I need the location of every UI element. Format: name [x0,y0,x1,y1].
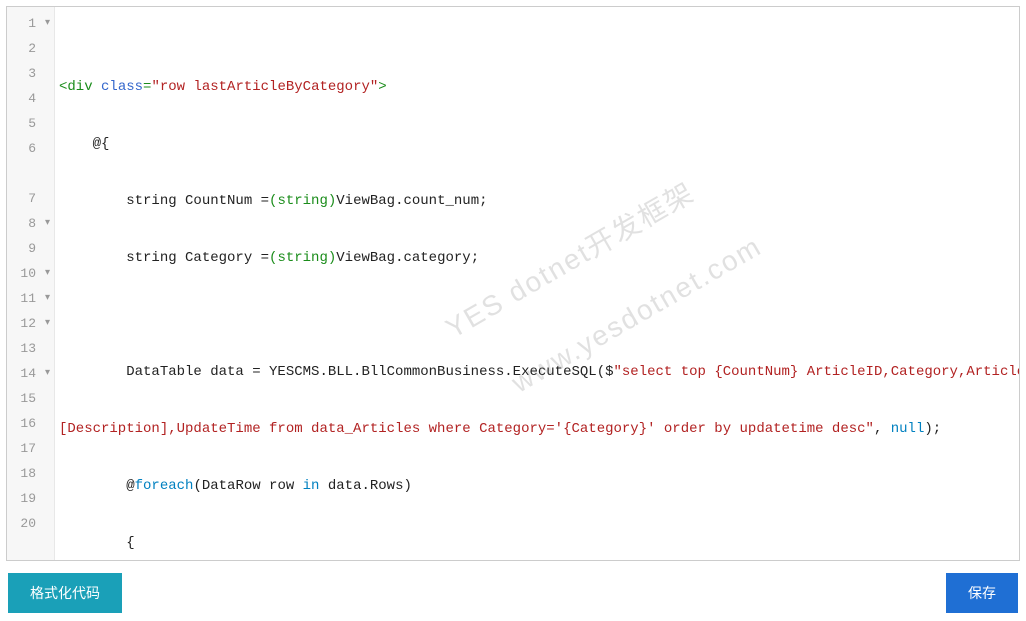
code-area[interactable]: YES dotnet开发框架 www.yesdotnet.com <div cl… [55,7,1019,560]
code-line: { [55,531,1019,556]
code-line: DataTable data = YESCMS.BLL.BllCommonBus… [55,360,1019,385]
line-number: 7 [7,186,54,211]
line-number: 11 [7,286,54,311]
line-number [7,161,54,186]
line-number: 3 [7,61,54,86]
code-line: string Category =(string)ViewBag.categor… [55,246,1019,271]
line-number: 5 [7,111,54,136]
line-number: 17 [7,436,54,461]
line-number: 16 [7,411,54,436]
line-number: 2 [7,36,54,61]
code-line: string CountNum =(string)ViewBag.count_n… [55,189,1019,214]
code-line: <div class="row lastArticleByCategory"> [55,75,1019,100]
line-number: 15 [7,386,54,411]
code-line [55,303,1019,328]
save-button[interactable]: 保存 [946,573,1018,613]
line-number: 18 [7,461,54,486]
line-number: 6 [7,136,54,161]
line-number: 10 [7,261,54,286]
line-number: 9 [7,236,54,261]
code-editor[interactable]: 1234567891011121314151617181920 YES dotn… [6,6,1020,561]
line-number: 19 [7,486,54,511]
toolbar: 格式化代码 保存 [6,573,1020,615]
code-line: [Description],UpdateTime from data_Artic… [55,417,1019,442]
format-code-button[interactable]: 格式化代码 [8,573,122,613]
code-line: @{ [55,132,1019,157]
line-number: 4 [7,86,54,111]
line-number: 12 [7,311,54,336]
line-number: 1 [7,11,54,36]
line-number: 14 [7,361,54,386]
line-number: 13 [7,336,54,361]
line-number-gutter: 1234567891011121314151617181920 [7,7,55,560]
code-line: @foreach(DataRow row in data.Rows) [55,474,1019,499]
line-number: 8 [7,211,54,236]
line-number: 20 [7,511,54,536]
